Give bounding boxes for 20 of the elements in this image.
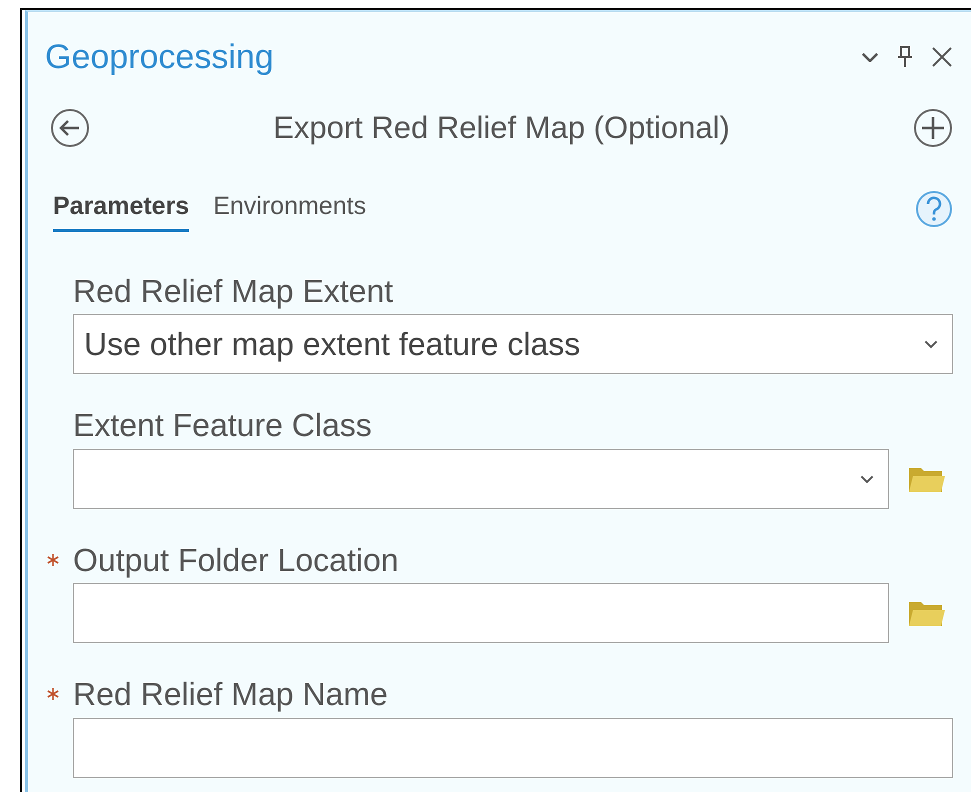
parameter-label: Output Folder Location [73, 540, 400, 580]
parameter-label: Red Relief Map Extent [73, 272, 394, 310]
dropdown-icon[interactable] [861, 52, 879, 62]
dropdown-field[interactable]: Use other map extent feature class [73, 314, 953, 374]
close-icon[interactable] [931, 46, 953, 68]
input-field[interactable] [73, 583, 889, 644]
dropdown-field[interactable] [73, 448, 889, 509]
tab[interactable]: Environments [213, 188, 366, 232]
pin-icon[interactable] [897, 46, 913, 68]
pane-title: Geoprocessing [45, 38, 275, 76]
add-icon[interactable] [913, 108, 953, 148]
parameter-label: Red Relief Map Name [73, 675, 389, 714]
tool-title: Export Red Relief Map (Optional) [272, 110, 731, 146]
tab[interactable]: Parameters [53, 188, 190, 232]
help-icon[interactable] [915, 190, 953, 228]
chevron-down-icon[interactable] [924, 340, 938, 349]
back-icon[interactable] [50, 108, 90, 148]
input-field[interactable] [73, 718, 953, 778]
parameter-label: Extent Feature Class [73, 406, 373, 445]
chevron-down-icon[interactable] [860, 474, 874, 483]
